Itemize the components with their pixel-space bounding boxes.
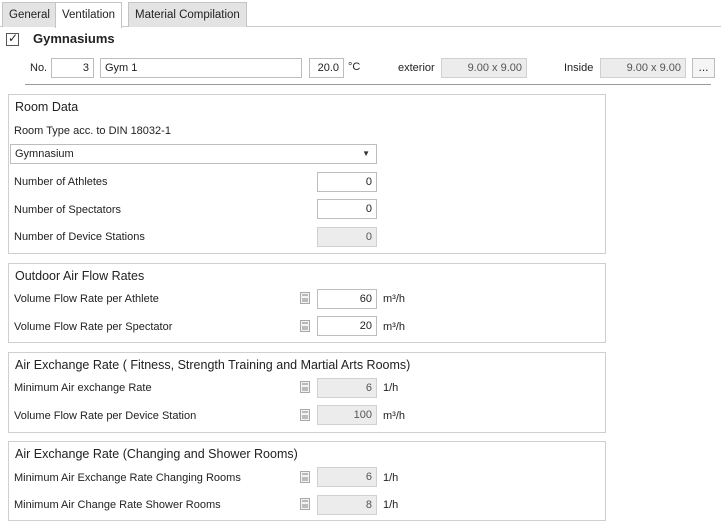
- calculator-icon[interactable]: [300, 471, 310, 483]
- spectator-flow-field[interactable]: 20: [317, 316, 377, 336]
- inside-dimensions: 9.00 x 9.00: [600, 58, 686, 78]
- calculator-icon[interactable]: [300, 409, 310, 421]
- min-air-exchange-unit: 1/h: [383, 382, 399, 394]
- changing-rooms-field: 6: [317, 467, 377, 487]
- athlete-flow-label: Volume Flow Rate per Athlete: [14, 293, 159, 305]
- gymnasiums-checkbox[interactable]: ✓: [6, 31, 19, 46]
- changing-rooms-label: Minimum Air Exchange Rate Changing Rooms: [14, 472, 241, 484]
- spectator-flow-unit: m³/h: [383, 321, 405, 333]
- athletes-label: Number of Athletes: [14, 176, 108, 188]
- device-stations-label: Number of Device Stations: [14, 231, 145, 243]
- spectators-field[interactable]: 0: [317, 199, 377, 219]
- spectator-flow-label: Volume Flow Rate per Spectator: [14, 321, 173, 333]
- room-type-select[interactable]: Gymnasium ▼: [10, 144, 377, 164]
- device-stations-field: 0: [317, 227, 377, 247]
- temperature-field[interactable]: 20.0: [309, 58, 344, 78]
- spectators-label: Number of Spectators: [14, 204, 121, 216]
- min-air-exchange-field: 6: [317, 378, 377, 398]
- name-field[interactable]: Gym 1: [100, 58, 302, 78]
- device-station-flow-unit: m³/h: [383, 410, 405, 422]
- athletes-field[interactable]: 0: [317, 172, 377, 192]
- tab-general[interactable]: General: [2, 2, 57, 27]
- exterior-dimensions: 9.00 x 9.00: [441, 58, 527, 78]
- temperature-unit: °C: [348, 61, 361, 73]
- changing-rooms-unit: 1/h: [383, 472, 399, 484]
- outdoor-air-title: Outdoor Air Flow Rates: [15, 269, 145, 283]
- page-title: Gymnasiums: [33, 31, 115, 46]
- room-data-title: Room Data: [15, 100, 79, 114]
- calculator-icon[interactable]: [300, 381, 310, 393]
- exterior-label: exterior: [398, 62, 435, 74]
- more-button[interactable]: ...: [692, 58, 715, 78]
- air-exchange-changing-title: Air Exchange Rate (Changing and Shower R…: [15, 447, 298, 461]
- device-station-flow-field: 100: [317, 405, 377, 425]
- calculator-icon[interactable]: [300, 292, 310, 304]
- athlete-flow-field[interactable]: 60: [317, 289, 377, 309]
- calculator-icon[interactable]: [300, 498, 310, 510]
- header-divider: [25, 84, 711, 85]
- room-data-group: Room Data: [8, 94, 606, 254]
- tab-ventilation[interactable]: Ventilation: [55, 2, 123, 28]
- inside-label: Inside: [564, 62, 594, 74]
- air-exchange-fitness-title: Air Exchange Rate ( Fitness, Strength Tr…: [15, 358, 411, 372]
- athlete-flow-unit: m³/h: [383, 293, 405, 305]
- no-field[interactable]: 3: [51, 58, 94, 78]
- chevron-down-icon: ▼: [362, 149, 370, 158]
- shower-rooms-label: Minimum Air Change Rate Shower Rooms: [14, 499, 221, 511]
- shower-rooms-unit: 1/h: [383, 499, 399, 511]
- shower-rooms-field: 8: [317, 495, 377, 515]
- device-station-flow-label: Volume Flow Rate per Device Station: [14, 410, 197, 422]
- no-label: No.: [30, 62, 48, 74]
- room-type-label: Room Type acc. to DIN 18032-1: [14, 125, 171, 137]
- min-air-exchange-label: Minimum Air exchange Rate: [14, 382, 152, 394]
- check-icon: ✓: [8, 31, 19, 45]
- calculator-icon[interactable]: [300, 320, 310, 332]
- tab-material-compilation[interactable]: Material Compilation: [128, 2, 247, 27]
- room-type-value: Gymnasium: [15, 148, 74, 160]
- tab-bar: General Ventilation Material Compilation: [0, 0, 721, 28]
